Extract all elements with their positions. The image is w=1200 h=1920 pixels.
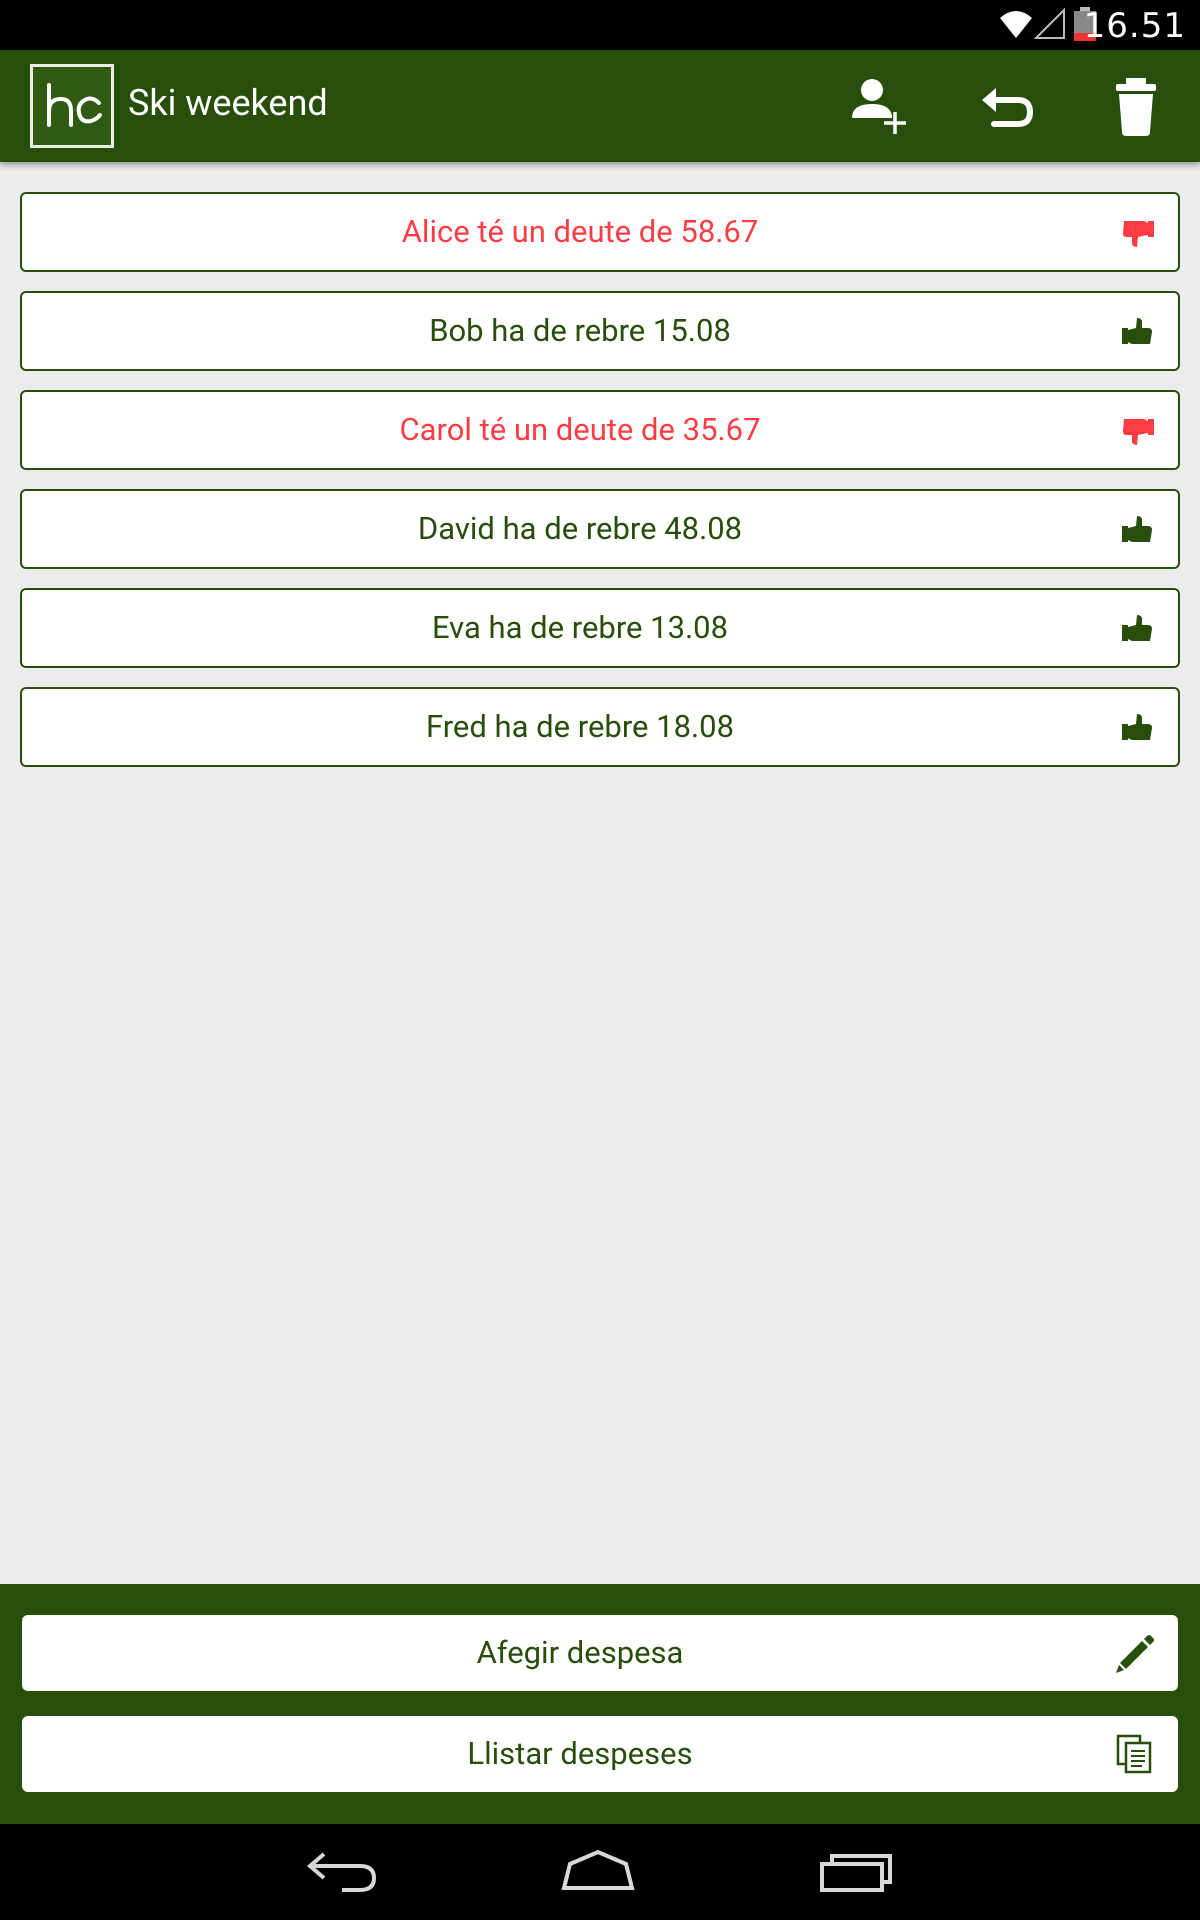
balance-row-bob[interactable]: Bob ha de rebre 15.08 bbox=[20, 291, 1180, 371]
delete-button[interactable] bbox=[1104, 74, 1168, 138]
action-bar: Ski weekend bbox=[0, 50, 1200, 162]
balance-text: Fred ha de rebre 18.08 bbox=[425, 708, 735, 745]
home-button[interactable] bbox=[558, 1846, 638, 1898]
pencil-icon bbox=[1116, 1635, 1154, 1673]
thumbs-down-icon bbox=[1123, 419, 1154, 445]
balance-text: Eva ha de rebre 13.08 bbox=[431, 609, 729, 646]
list-expenses-button[interactable]: Llistar despeses bbox=[22, 1716, 1178, 1792]
balance-text: Alice té un deute de 58.67 bbox=[401, 213, 759, 250]
wifi-icon bbox=[1000, 11, 1032, 38]
status-bar: 16.51 bbox=[0, 0, 1200, 50]
bottom-panel: Afegir despesa Llistar despeses bbox=[0, 1584, 1200, 1824]
hc-logo-icon bbox=[47, 83, 102, 127]
add-expense-button[interactable]: Afegir despesa bbox=[22, 1615, 1178, 1691]
balance-text: Bob ha de rebre 15.08 bbox=[429, 312, 731, 349]
undo-button[interactable] bbox=[976, 74, 1040, 138]
undo-icon bbox=[982, 88, 1034, 127]
trash-icon bbox=[1116, 78, 1156, 136]
recent-apps-icon bbox=[820, 1854, 892, 1892]
thumbs-down-icon bbox=[1123, 221, 1154, 247]
balance-list: Alice té un deute de 58.67 Bob ha de reb… bbox=[20, 192, 1180, 786]
balance-row-david[interactable]: David ha de rebre 48.08 bbox=[20, 489, 1180, 569]
clock-time: 16.51 bbox=[1083, 6, 1186, 46]
thumbs-up-icon bbox=[1122, 516, 1152, 542]
navigation-bar bbox=[0, 1824, 1200, 1920]
cell-signal-icon bbox=[1034, 8, 1065, 39]
list-expenses-label: Llistar despeses bbox=[467, 1735, 693, 1772]
balance-row-eva[interactable]: Eva ha de rebre 13.08 bbox=[20, 588, 1180, 668]
thumbs-up-icon bbox=[1122, 615, 1152, 641]
home-icon bbox=[561, 1849, 635, 1890]
thumbs-up-icon bbox=[1122, 714, 1152, 740]
balance-row-carol[interactable]: Carol té un deute de 35.67 bbox=[20, 390, 1180, 470]
balance-text: Carol té un deute de 35.67 bbox=[399, 411, 761, 448]
thumbs-up-icon bbox=[1122, 318, 1152, 344]
add-expense-label: Afegir despesa bbox=[476, 1634, 684, 1671]
balance-text: David ha de rebre 48.08 bbox=[417, 510, 743, 547]
document-list-icon bbox=[1116, 1734, 1152, 1774]
balance-row-fred[interactable]: Fred ha de rebre 18.08 bbox=[20, 687, 1180, 767]
balance-row-alice[interactable]: Alice té un deute de 58.67 bbox=[20, 192, 1180, 272]
add-person-icon bbox=[852, 79, 906, 134]
app-logo[interactable] bbox=[30, 64, 114, 148]
page-title: Ski weekend bbox=[128, 82, 328, 124]
back-button[interactable] bbox=[302, 1846, 382, 1898]
add-person-button[interactable] bbox=[850, 74, 914, 138]
recent-apps-button[interactable] bbox=[816, 1846, 896, 1898]
back-icon bbox=[306, 1852, 377, 1892]
